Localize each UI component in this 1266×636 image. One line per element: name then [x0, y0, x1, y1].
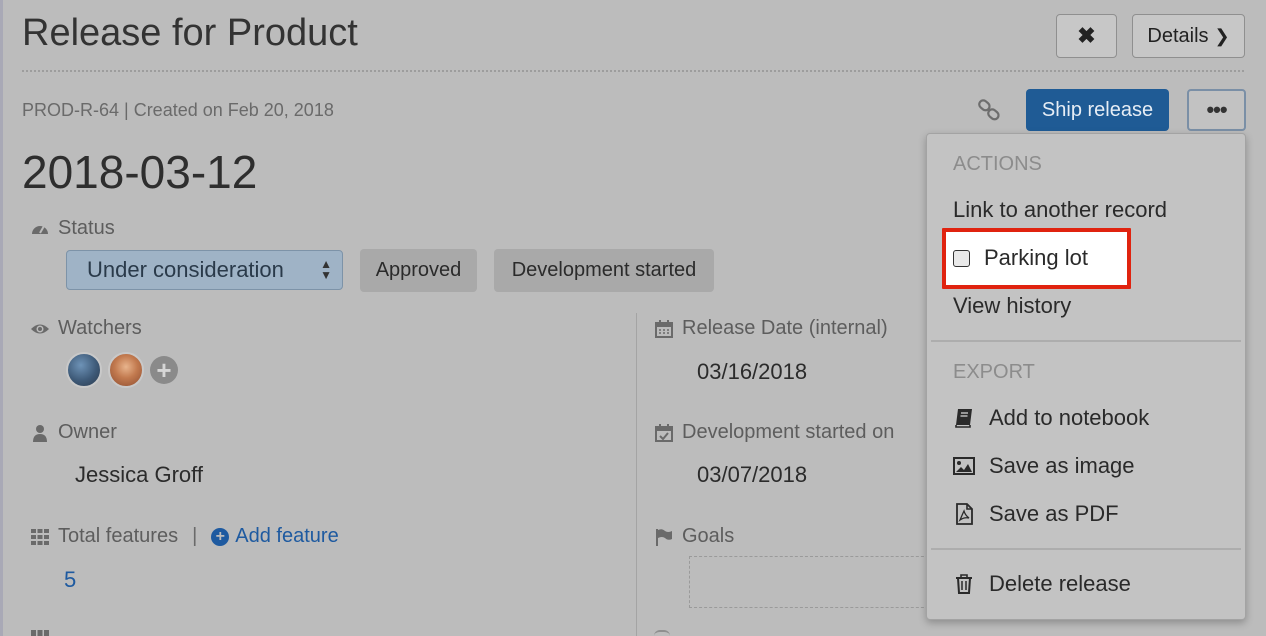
- goals-dropzone[interactable]: [689, 556, 939, 608]
- status-option-approved[interactable]: Approved: [360, 249, 477, 292]
- add-notebook-label: Add to notebook: [989, 405, 1150, 430]
- details-button[interactable]: Details ❯: [1132, 14, 1245, 58]
- release-date-value[interactable]: 03/16/2018: [697, 359, 807, 385]
- goals-label: Goals: [654, 525, 734, 548]
- status-label-text: Status: [58, 217, 115, 239]
- user-icon: [33, 424, 47, 442]
- watchers-label: Watchers: [30, 317, 142, 340]
- release-date-label: Release Date (internal): [654, 317, 888, 340]
- menu-divider: [931, 340, 1241, 342]
- menu-item-delete-release[interactable]: Delete release: [953, 571, 1131, 597]
- release-date-label-text: Release Date (internal): [682, 317, 888, 339]
- owner-label-text: Owner: [58, 421, 117, 443]
- parking-lot-label: Parking lot: [984, 245, 1088, 270]
- close-icon: ✖: [1077, 23, 1096, 48]
- watchers-label-text: Watchers: [58, 317, 142, 339]
- left-edge-strip: [0, 0, 3, 636]
- ship-release-button[interactable]: Ship release: [1026, 89, 1169, 131]
- grid-icon: [31, 528, 49, 545]
- trash-icon: [956, 574, 972, 594]
- add-feature-label: Add feature: [235, 525, 339, 547]
- development-started-value[interactable]: 03/07/2018: [697, 462, 807, 488]
- avatar[interactable]: [108, 352, 144, 388]
- pdf-file-icon: [956, 503, 973, 525]
- status-select-value: Under consideration: [87, 257, 284, 282]
- status-select[interactable]: Under consideration ▲ ▼: [66, 250, 343, 290]
- menu-item-add-notebook[interactable]: Add to notebook: [953, 405, 1149, 431]
- release-name: 2018-03-12: [22, 146, 258, 198]
- ellipsis-icon: •••: [1206, 97, 1227, 122]
- menu-item-link-record[interactable]: Link to another record: [953, 197, 1167, 223]
- column-divider: [636, 313, 637, 636]
- menu-item-view-history[interactable]: View history: [953, 293, 1071, 319]
- dashboard-icon: [32, 225, 48, 234]
- eye-icon: [31, 324, 49, 333]
- save-pdf-label: Save as PDF: [989, 501, 1119, 526]
- calendar-icon: [655, 319, 673, 338]
- book-icon: [955, 409, 972, 428]
- flag-icon: [656, 528, 672, 546]
- image-icon: [953, 457, 975, 475]
- owner-value[interactable]: Jessica Groff: [75, 462, 203, 488]
- total-features-label: Total features | + Add feature: [30, 525, 339, 548]
- menu-item-parking-lot[interactable]: Parking lot: [953, 245, 1088, 271]
- owner-label: Owner: [30, 421, 117, 444]
- select-arrows-icon: ▲ ▼: [320, 257, 332, 282]
- field-icon-partial: [654, 630, 670, 636]
- record-meta: PROD-R-64 | Created on Feb 20, 2018: [22, 100, 334, 120]
- menu-item-save-pdf[interactable]: Save as PDF: [953, 501, 1119, 527]
- page-title: Release for Product: [22, 12, 358, 54]
- chevron-right-icon: ❯: [1214, 25, 1230, 46]
- save-image-label: Save as image: [989, 453, 1135, 478]
- development-started-label: Development started on: [654, 421, 894, 444]
- menu-divider: [931, 548, 1241, 550]
- avatar[interactable]: [66, 352, 102, 388]
- details-label: Details: [1147, 24, 1209, 47]
- close-button[interactable]: ✖: [1056, 14, 1117, 58]
- status-option-development-started[interactable]: Development started: [494, 249, 714, 292]
- add-feature-link[interactable]: + Add feature: [211, 525, 339, 548]
- separator: |: [192, 525, 198, 547]
- delete-release-label: Delete release: [989, 571, 1131, 596]
- development-started-label-text: Development started on: [682, 421, 895, 443]
- total-features-label-text: Total features: [58, 525, 179, 547]
- more-actions-menu: ACTIONS Link to another record Parking l…: [926, 133, 1246, 620]
- grid-icon: [31, 630, 49, 636]
- calendar-check-icon: [655, 423, 673, 442]
- parking-lot-checkbox[interactable]: [953, 249, 970, 267]
- export-section-header: EXPORT: [953, 361, 1035, 383]
- add-watcher-button[interactable]: +: [150, 356, 178, 384]
- actions-section-header: ACTIONS: [953, 153, 1042, 175]
- status-label: Status: [30, 217, 115, 240]
- total-features-count[interactable]: 5: [64, 567, 76, 593]
- plus-circle-icon: +: [211, 527, 230, 546]
- menu-item-save-image[interactable]: Save as image: [953, 453, 1135, 479]
- goals-label-text: Goals: [682, 525, 735, 547]
- more-actions-button[interactable]: •••: [1187, 89, 1246, 131]
- title-divider: [22, 70, 1244, 72]
- link-icon[interactable]: [976, 97, 1002, 123]
